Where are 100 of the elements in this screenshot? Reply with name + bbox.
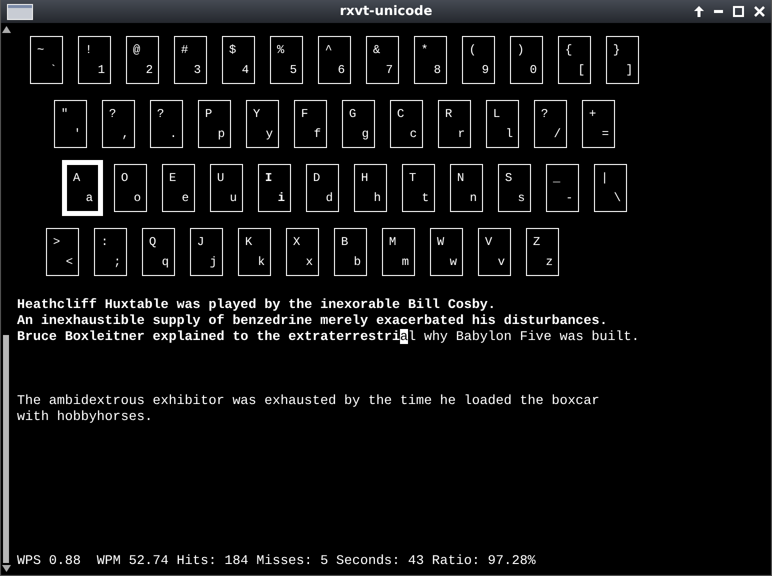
practice-line: An inexhaustible supply of benzedrine merely exacerbated his disturbances.	[17, 313, 608, 329]
close-icon[interactable]	[754, 6, 765, 17]
base-character: 6	[338, 63, 345, 77]
base-character: i	[278, 191, 285, 205]
shift-character: |	[601, 171, 608, 185]
scroll-up-arrow-icon[interactable]	[2, 26, 10, 33]
base-character: j	[210, 255, 217, 269]
base-character: t	[422, 191, 429, 205]
base-character: =	[602, 127, 609, 141]
shift-character: K	[245, 235, 252, 249]
base-character: ,	[122, 127, 129, 141]
base-character: c	[410, 127, 417, 141]
base-character: k	[258, 255, 265, 269]
base-character: -	[566, 191, 573, 205]
maximize-icon[interactable]	[733, 6, 744, 17]
base-character: w	[450, 255, 457, 269]
shift-character: F	[301, 107, 308, 121]
shift-character: Y	[253, 107, 260, 121]
window-icon[interactable]	[7, 4, 33, 20]
shift-character: !	[85, 43, 92, 57]
up-arrow-icon[interactable]	[694, 6, 704, 17]
shift-character: G	[349, 107, 356, 121]
shift-character: V	[485, 235, 492, 249]
shift-character: D	[313, 171, 320, 185]
base-character: b	[354, 255, 361, 269]
shift-character: )	[517, 43, 524, 57]
base-character: 2	[146, 63, 153, 77]
base-character: p	[218, 127, 225, 141]
base-character: \	[614, 191, 621, 205]
shift-character: A	[73, 171, 80, 185]
upcoming-line: with hobbyhorses.	[17, 409, 154, 425]
shift-character: M	[389, 235, 396, 249]
scrollbar-thumb[interactable]	[3, 335, 9, 563]
base-character: `	[50, 63, 57, 77]
base-character: v	[498, 255, 505, 269]
status-line: WPS 0.88 WPM 52.74 Hits: 184 Misses: 5 Seconds: 43 Ratio: 97.28%	[17, 553, 537, 569]
shift-character: H	[361, 171, 368, 185]
base-character: [	[578, 63, 585, 77]
base-character: '	[74, 127, 81, 141]
shift-character: $	[229, 43, 236, 57]
base-character: 5	[290, 63, 297, 77]
shift-character: {	[565, 43, 572, 57]
shift-character: R	[445, 107, 452, 121]
shift-character: >	[53, 235, 60, 249]
shift-character: (	[469, 43, 476, 57]
practice-line: Heathcliff Huxtable was played by the inexorable Bill Cosby.	[17, 297, 497, 313]
shift-character: @	[133, 43, 140, 57]
base-character: q	[162, 255, 169, 269]
base-character: o	[134, 191, 141, 205]
shift-character: ?	[109, 107, 116, 121]
shift-character: ?	[541, 107, 548, 121]
base-character: y	[266, 127, 273, 141]
base-character: ]	[626, 63, 633, 77]
shift-character: S	[505, 171, 512, 185]
base-character: r	[458, 127, 465, 141]
base-character: f	[314, 127, 321, 141]
base-character: 9	[482, 63, 489, 77]
upcoming-line: The ambidextrous exhibitor was exhausted by the time he loaded the boxcar	[17, 393, 600, 409]
base-character: 8	[434, 63, 441, 77]
shift-character: *	[421, 43, 428, 57]
base-character: a	[86, 191, 93, 205]
shift-character: +	[589, 107, 596, 121]
base-character: e	[182, 191, 189, 205]
shift-character: U	[217, 171, 224, 185]
shift-character: "	[61, 107, 68, 121]
scrollbar[interactable]	[1, 23, 11, 575]
shift-character: :	[101, 235, 108, 249]
shift-character: P	[205, 107, 212, 121]
window-title: rxvt-unicode	[340, 4, 432, 19]
base-character: ;	[114, 255, 121, 269]
shift-character: X	[293, 235, 300, 249]
base-character: <	[66, 255, 73, 269]
base-character: h	[374, 191, 381, 205]
shift-character: E	[169, 171, 176, 185]
shift-character: C	[397, 107, 404, 121]
base-character: .	[170, 127, 177, 141]
shift-character: N	[457, 171, 464, 185]
base-character: m	[402, 255, 409, 269]
base-character: 3	[194, 63, 201, 77]
base-character: x	[306, 255, 313, 269]
shift-character: Z	[533, 235, 540, 249]
shift-character: %	[277, 43, 284, 57]
base-character: /	[554, 127, 561, 141]
base-character: g	[362, 127, 369, 141]
base-character: d	[326, 191, 333, 205]
shift-character: #	[181, 43, 188, 57]
shift-character: L	[493, 107, 500, 121]
base-character: z	[546, 255, 553, 269]
base-character: 0	[530, 63, 537, 77]
shift-character: T	[409, 171, 416, 185]
practice-line: Bruce Boxleitner explained to the extraterrestrial why Babylon Five was built.	[17, 329, 640, 345]
shift-character: &	[373, 43, 380, 57]
shift-character: W	[437, 235, 444, 249]
shift-character: ~	[37, 43, 44, 57]
base-character: n	[470, 191, 477, 205]
scroll-down-arrow-icon[interactable]	[2, 565, 10, 572]
shift-character: O	[121, 171, 128, 185]
base-character: 4	[242, 63, 249, 77]
base-character: s	[518, 191, 525, 205]
shift-character: I	[265, 171, 272, 185]
